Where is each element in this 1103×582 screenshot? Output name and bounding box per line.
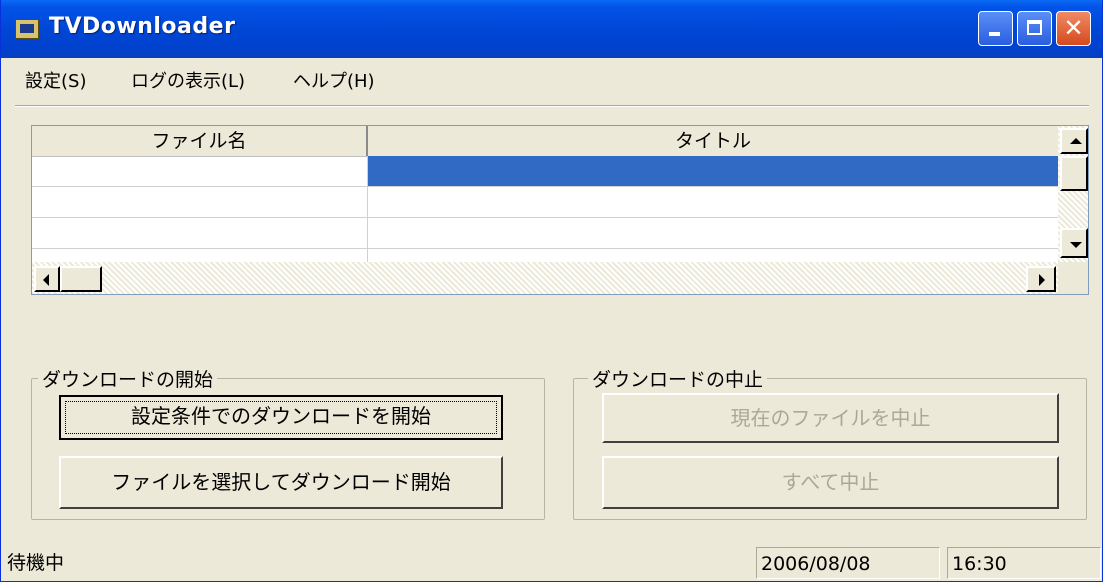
download-start-group-label: ダウンロードの開始 [38, 365, 218, 392]
minimize-icon [989, 32, 1000, 36]
vertical-scroll-thumb[interactable] [1060, 156, 1088, 191]
list-cell [32, 156, 368, 186]
select-file-download-button[interactable]: ファイルを選択してダウンロード開始 [59, 456, 503, 509]
minimize-button[interactable] [978, 11, 1013, 46]
title-bar[interactable]: TVDownloader ✕ [1, 0, 1102, 58]
list-cell-selected [368, 156, 1058, 186]
maximize-icon [1027, 20, 1042, 35]
arrow-down-icon [1070, 242, 1082, 248]
arrow-up-icon [1070, 138, 1082, 144]
scroll-down-button[interactable] [1060, 228, 1088, 258]
maximize-button[interactable] [1017, 11, 1052, 46]
status-date: 2006/08/08 [756, 547, 940, 579]
download-stop-group-label: ダウンロードの中止 [588, 365, 768, 392]
menu-bar: 設定(S) ログの表示(L) ヘルプ(H) [1, 58, 1102, 98]
file-list[interactable]: ファイル名 タイトル [31, 125, 1089, 295]
list-row[interactable] [32, 218, 1058, 249]
stop-current-file-button[interactable]: 現在のファイルを中止 [602, 393, 1059, 443]
list-cell [32, 218, 368, 248]
vertical-scrollbar[interactable] [1058, 126, 1088, 262]
list-cell [32, 187, 368, 217]
main-window: TVDownloader ✕ 設定(S) ログの表示(L) ヘルプ(H) ファイ… [0, 0, 1103, 582]
list-row-selected[interactable] [32, 156, 1058, 187]
scroll-right-button[interactable] [1026, 266, 1056, 292]
status-bar: 待機中 2006/08/08 16:30 [1, 545, 1102, 581]
arrow-right-icon [1039, 274, 1045, 286]
scroll-up-button[interactable] [1060, 128, 1088, 154]
scrollbar-corner [1058, 262, 1088, 294]
list-cell [368, 249, 1058, 262]
column-header-filename[interactable]: ファイル名 [32, 126, 368, 156]
horizontal-scroll-thumb[interactable] [60, 266, 102, 292]
arrow-left-icon [43, 274, 49, 286]
menu-show-log[interactable]: ログの表示(L) [131, 67, 245, 93]
scroll-left-button[interactable] [34, 266, 60, 292]
close-icon: ✕ [1063, 14, 1084, 42]
list-header: ファイル名 タイトル [32, 126, 1058, 157]
status-time: 16:30 [947, 547, 1101, 579]
list-cell [368, 187, 1058, 217]
app-icon[interactable] [15, 19, 39, 39]
horizontal-scrollbar[interactable] [32, 262, 1058, 294]
stop-all-button[interactable]: すべて中止 [602, 456, 1059, 509]
list-cell [32, 249, 368, 262]
menu-settings[interactable]: 設定(S) [25, 67, 86, 93]
status-message: 待機中 [7, 552, 65, 574]
menu-help[interactable]: ヘルプ(H) [293, 67, 375, 93]
list-row[interactable] [32, 187, 1058, 218]
close-button[interactable]: ✕ [1056, 11, 1091, 46]
menu-separator [15, 105, 1089, 107]
column-header-title[interactable]: タイトル [368, 126, 1058, 156]
window-title: TVDownloader [49, 14, 236, 39]
list-row[interactable] [32, 249, 1058, 263]
list-cell [368, 218, 1058, 248]
start-download-with-settings-button[interactable]: 設定条件でのダウンロードを開始 [59, 395, 503, 440]
